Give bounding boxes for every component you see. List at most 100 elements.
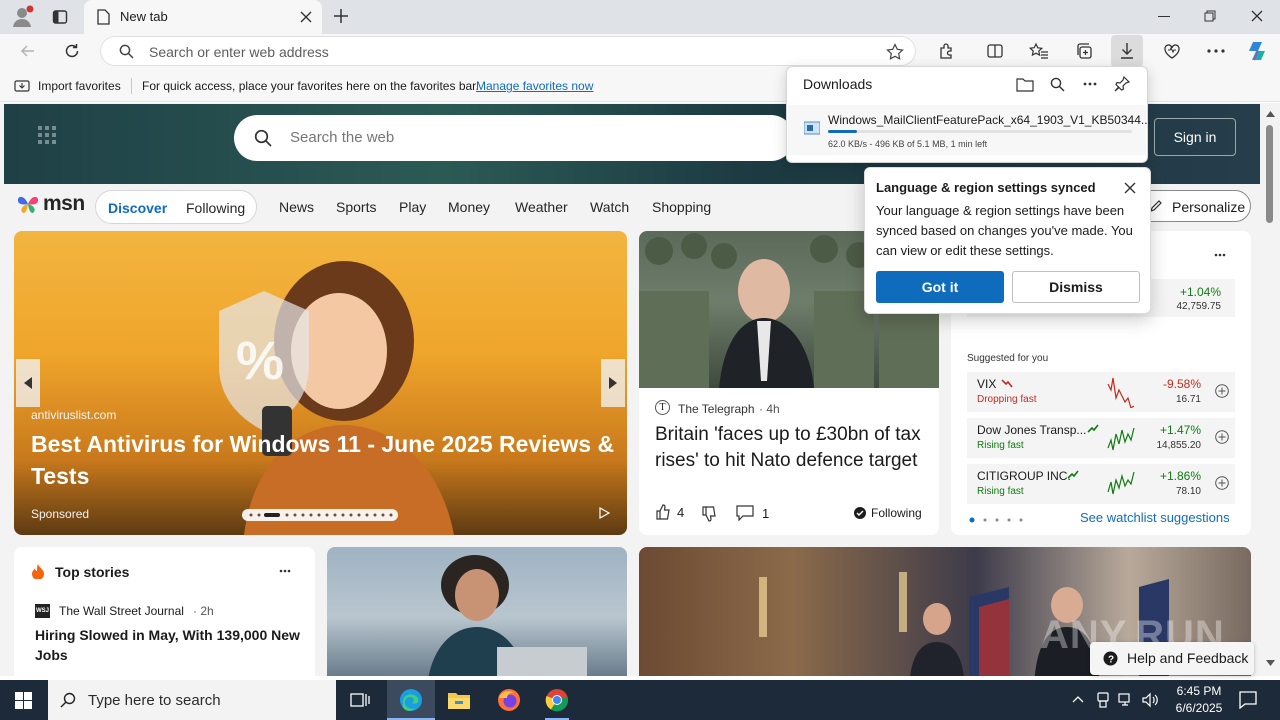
download-item[interactable]: Windows_MailClientFeaturePack_x64_1903_V… bbox=[788, 105, 1151, 155]
close-window-icon[interactable] bbox=[1251, 10, 1263, 22]
close-popup-icon[interactable] bbox=[1124, 182, 1136, 194]
usb-icon[interactable] bbox=[1096, 692, 1110, 708]
hero-title[interactable]: Best Antivirus for Windows 11 - June 202… bbox=[31, 428, 621, 492]
back-icon[interactable] bbox=[14, 37, 42, 65]
search-downloads-icon[interactable] bbox=[1050, 77, 1065, 92]
stock-change: +1.47% bbox=[1159, 423, 1201, 437]
volume-icon[interactable] bbox=[1142, 692, 1158, 708]
more-menu-icon[interactable] bbox=[1202, 37, 1230, 65]
nav-play[interactable]: Play bbox=[399, 199, 426, 215]
chevron-right-icon bbox=[608, 377, 618, 389]
stock-row-dow-transport[interactable]: Dow Jones Transp... Rising fast +1.47% 1… bbox=[967, 418, 1235, 458]
tab-following[interactable]: Following bbox=[186, 200, 245, 216]
new-tab-icon[interactable] bbox=[333, 8, 349, 24]
got-it-button[interactable]: Got it bbox=[876, 271, 1004, 303]
add-stock-icon[interactable] bbox=[1215, 476, 1229, 490]
dismiss-button[interactable]: Dismiss bbox=[1012, 271, 1140, 303]
notifications-icon[interactable] bbox=[1239, 691, 1257, 709]
show-hidden-icons[interactable] bbox=[1072, 695, 1084, 703]
tab-new-tab[interactable]: New tab bbox=[84, 0, 322, 34]
collections-icon[interactable] bbox=[1070, 37, 1098, 65]
downloads-more-icon[interactable] bbox=[1083, 82, 1097, 86]
clock-date[interactable]: 6/6/2025 bbox=[1168, 701, 1230, 715]
nav-watch[interactable]: Watch bbox=[590, 199, 629, 215]
copilot-icon[interactable] bbox=[1243, 37, 1271, 65]
help-feedback-button[interactable]: ? Help and Feedback bbox=[1090, 642, 1254, 675]
tab-discover[interactable]: Discover bbox=[108, 200, 167, 216]
profile-icon[interactable] bbox=[10, 5, 34, 29]
nav-news[interactable]: News bbox=[279, 199, 314, 215]
hero-next-button[interactable] bbox=[601, 359, 625, 407]
web-search-box[interactable]: Search the web bbox=[234, 115, 794, 161]
trend-down-icon bbox=[1001, 378, 1013, 388]
hero-card[interactable]: % antiviruslist.com Best Antivirus for W… bbox=[14, 231, 627, 535]
scroll-thumb[interactable] bbox=[1266, 125, 1273, 223]
nav-sports[interactable]: Sports bbox=[336, 199, 376, 215]
news-headline[interactable]: Britain 'faces up to £30bn of tax rises'… bbox=[655, 422, 927, 474]
pin-icon[interactable] bbox=[1114, 76, 1130, 92]
minimize-icon[interactable] bbox=[1158, 16, 1170, 17]
personalize-button[interactable]: Personalize bbox=[1136, 190, 1251, 222]
help-icon: ? bbox=[1103, 651, 1118, 666]
taskbar-search[interactable]: Type here to search bbox=[48, 680, 336, 720]
nav-shopping[interactable]: Shopping bbox=[652, 199, 711, 215]
downloads-icon[interactable] bbox=[1111, 35, 1143, 67]
comments-button[interactable]: 1 bbox=[736, 505, 769, 521]
import-favorites-button[interactable]: Import favorites bbox=[14, 78, 121, 94]
browser-toolbar: Search or enter web address bbox=[0, 34, 1280, 70]
tab-actions-icon[interactable] bbox=[52, 9, 68, 25]
sign-in-button[interactable]: Sign in bbox=[1154, 118, 1236, 156]
story-source: The Wall Street Journal bbox=[59, 604, 184, 618]
watchlist-more-icon[interactable] bbox=[1214, 253, 1226, 257]
refresh-icon[interactable] bbox=[58, 37, 86, 65]
open-folder-icon[interactable] bbox=[1016, 77, 1034, 92]
windows-taskbar: Type here to search 6:45 PM 6/6/2025 bbox=[0, 680, 1280, 720]
scroll-up-icon[interactable] bbox=[1266, 111, 1275, 117]
dislike-button[interactable] bbox=[701, 506, 717, 522]
see-watchlist-link[interactable]: See watchlist suggestions bbox=[1080, 510, 1230, 525]
manage-favorites-link[interactable]: Manage favorites now bbox=[476, 79, 593, 93]
stock-row-vix[interactable]: VIX Dropping fast -9.58% 16.71 bbox=[967, 372, 1235, 412]
top-stories-more-icon[interactable] bbox=[279, 569, 291, 573]
ad-choices-icon[interactable] bbox=[598, 507, 610, 519]
page-scrollbar[interactable] bbox=[1261, 103, 1280, 676]
restore-icon[interactable] bbox=[1204, 10, 1216, 22]
favorite-star-icon[interactable] bbox=[886, 43, 904, 61]
extensions-icon[interactable] bbox=[933, 37, 961, 65]
scroll-down-icon[interactable] bbox=[1266, 660, 1275, 666]
favorites-icon[interactable] bbox=[1025, 37, 1053, 65]
msn-logo[interactable]: msn bbox=[16, 192, 85, 216]
following-badge[interactable]: Following bbox=[854, 506, 922, 520]
hero-prev-button[interactable] bbox=[16, 359, 40, 407]
split-screen-icon[interactable] bbox=[981, 37, 1009, 65]
firefox-icon[interactable] bbox=[497, 688, 521, 712]
file-explorer-icon[interactable] bbox=[447, 690, 471, 710]
clock-time[interactable]: 6:45 PM bbox=[1172, 684, 1226, 698]
sparkline-icon bbox=[1107, 422, 1135, 454]
news-card-woman-laptop[interactable] bbox=[327, 547, 627, 676]
add-stock-icon[interactable] bbox=[1215, 430, 1229, 444]
download-progress-track bbox=[828, 130, 1132, 133]
stock-row-citigroup[interactable]: CITIGROUP INC. Rising fast +1.86% 78.10 bbox=[967, 464, 1235, 504]
nav-weather[interactable]: Weather bbox=[515, 199, 568, 215]
add-stock-icon[interactable] bbox=[1215, 384, 1229, 398]
telegraph-logo-icon: T bbox=[655, 400, 670, 415]
apps-grid-icon[interactable] bbox=[38, 126, 56, 144]
edge-taskbar-icon[interactable] bbox=[387, 680, 435, 720]
story-headline[interactable]: Hiring Slowed in May, With 139,000 New J… bbox=[35, 625, 305, 665]
carousel-dots[interactable] bbox=[242, 509, 398, 521]
browser-essentials-icon[interactable] bbox=[1158, 37, 1186, 65]
task-view-icon[interactable] bbox=[350, 692, 370, 708]
download-status: 62.0 KB/s - 496 KB of 5.1 MB, 1 min left bbox=[828, 139, 988, 149]
network-icon[interactable] bbox=[1118, 692, 1134, 708]
downloads-flyout: Downloads Windows_MailClientFeaturePack_… bbox=[786, 66, 1151, 163]
start-button[interactable] bbox=[15, 692, 32, 709]
like-button[interactable]: 4 bbox=[655, 504, 684, 520]
watchlist-page-dots[interactable] bbox=[969, 517, 1029, 523]
close-tab-icon[interactable] bbox=[300, 11, 312, 23]
chrome-icon[interactable] bbox=[545, 688, 569, 720]
tab-strip: New tab bbox=[0, 0, 1280, 34]
address-bar[interactable]: Search or enter web address bbox=[100, 36, 916, 66]
taskbar-search-placeholder: Type here to search bbox=[88, 692, 221, 709]
nav-money[interactable]: Money bbox=[448, 199, 490, 215]
